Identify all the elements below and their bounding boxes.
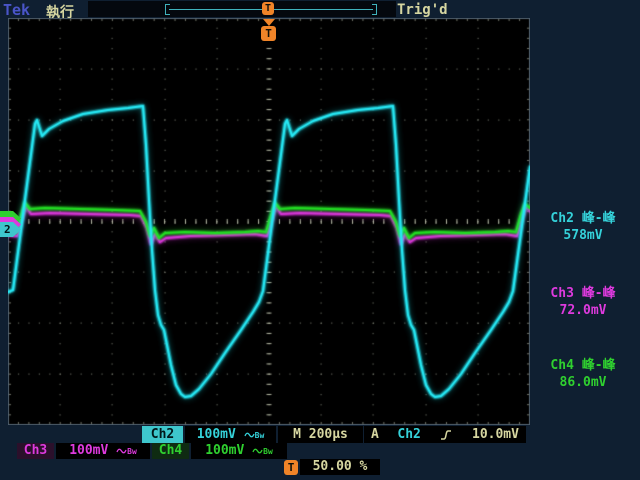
horizontal-trigger-icon: T [284, 460, 298, 475]
ch3-scale-readout: 100mV Bw [56, 443, 150, 459]
oscilloscope-screen: Tek 執行 T Trig'd T 2 Ch2 峰-峰 578mV Ch3 峰-… [0, 0, 640, 480]
measurement-ch4-pkpk: Ch4 峰-峰 86.0mV [528, 357, 638, 391]
measurement-value: 72.0mV [528, 302, 638, 319]
trigger-position-arrow-icon [263, 19, 275, 26]
trigger-level: 10.0mV [472, 426, 519, 443]
trigger-status-label: Trig'd [397, 2, 448, 18]
trigger-position-badge: T [261, 26, 276, 41]
ch2-scale-readout: 100mV Bw [185, 426, 276, 443]
tek-logo: Tek [3, 1, 30, 19]
measurement-value: 578mV [528, 227, 638, 244]
measurement-label: Ch3 峰-峰 [528, 285, 638, 302]
trigger-readout: A Ch2 10.0mV [364, 426, 526, 443]
ac-coupling-icon [244, 430, 255, 440]
ch4-channel-badge: Ch4 [152, 443, 189, 459]
rising-edge-icon [439, 428, 453, 442]
graticule-waveform-canvas [8, 18, 530, 425]
ch4-scale-readout: 100mV Bw [191, 443, 287, 459]
trigger-source: Ch2 [397, 426, 420, 443]
timebase-readout: M 200μs [278, 426, 363, 443]
record-view-right-bracket-icon [372, 4, 377, 15]
measurement-ch3-pkpk: Ch3 峰-峰 72.0mV [528, 285, 638, 319]
measurement-ch2-pkpk: Ch2 峰-峰 578mV [528, 210, 638, 244]
ac-coupling-icon [116, 446, 127, 456]
measurement-label: Ch2 峰-峰 [528, 210, 638, 227]
ac-coupling-icon [252, 446, 263, 456]
measurement-value: 86.0mV [528, 374, 638, 391]
trigger-mode: A [371, 426, 379, 443]
horizontal-position-readout: 50.00 % [300, 459, 380, 475]
ch3-channel-badge: Ch3 [17, 443, 54, 459]
ch2-channel-badge: Ch2 [142, 426, 183, 443]
record-trigger-position-icon: T [262, 2, 274, 15]
measurement-label: Ch4 峰-峰 [528, 357, 638, 374]
